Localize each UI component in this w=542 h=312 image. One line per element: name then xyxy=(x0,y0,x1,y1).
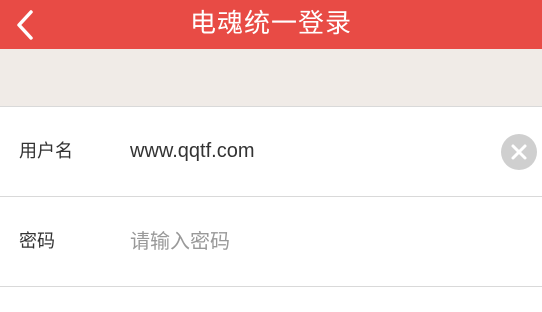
header-spacer xyxy=(0,49,542,106)
username-input[interactable]: www.qqtf.com xyxy=(130,107,254,196)
username-label: 用户名 xyxy=(19,141,73,162)
bottom-area xyxy=(0,287,542,312)
username-row: 用户名 www.qqtf.com xyxy=(0,106,542,196)
close-icon xyxy=(511,144,527,160)
page-title: 电魂统一登录 xyxy=(189,9,352,39)
clear-username-button[interactable] xyxy=(501,134,537,170)
password-input[interactable]: 请输入密码 xyxy=(130,197,230,286)
password-label: 密码 xyxy=(19,231,55,252)
password-row: 密码 请输入密码 xyxy=(0,196,542,286)
header-bar: 电魂统一登录 xyxy=(0,0,542,49)
